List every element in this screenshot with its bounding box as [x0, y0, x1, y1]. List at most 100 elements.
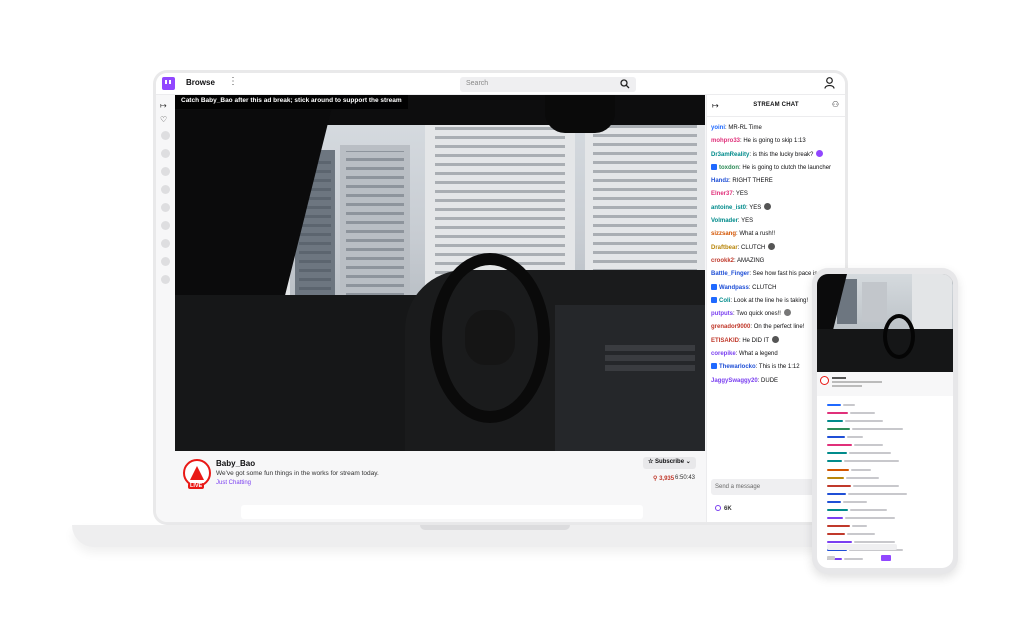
- more-menu-icon[interactable]: ⋮: [228, 76, 238, 87]
- chat-text: : DUDE: [757, 377, 779, 384]
- chat-username[interactable]: Draftbear: [711, 245, 738, 251]
- channel-logo-icon: [190, 466, 204, 480]
- chat-username[interactable]: toxdon: [719, 165, 739, 171]
- channel-avatar[interactable]: [161, 221, 170, 230]
- chat-text: : CLUTCH: [748, 284, 777, 291]
- phone-chat-line: [827, 434, 943, 440]
- channel-avatar[interactable]: [161, 149, 170, 158]
- building: [912, 274, 952, 329]
- channel-avatar[interactable]: [161, 239, 170, 248]
- chat-username[interactable]: Volmader: [711, 218, 738, 224]
- chat-text: : What a rush!!: [736, 231, 776, 238]
- browse-link[interactable]: Browse: [186, 78, 215, 87]
- phone-chat-line: [827, 410, 943, 416]
- phone-points-icon[interactable]: [827, 556, 835, 560]
- chat-username[interactable]: sizzsang: [711, 231, 736, 237]
- channel-avatar[interactable]: [161, 257, 170, 266]
- channel-name[interactable]: Baby_Bao: [216, 459, 255, 468]
- phone-chat-username: [827, 444, 852, 447]
- emote-icon[interactable]: [783, 309, 791, 317]
- expand-icon[interactable]: ↦: [160, 101, 167, 111]
- community-icon[interactable]: ⚇: [832, 100, 839, 109]
- chat-username[interactable]: yoini: [711, 125, 725, 131]
- chat-message: sizzsang: What a rush!!: [711, 228, 843, 241]
- phone-frame: [812, 268, 958, 574]
- text-line: [832, 377, 846, 379]
- phone-chat-text: [845, 419, 883, 422]
- video-player[interactable]: Catch Baby_Bao after this ad break; stic…: [175, 95, 705, 451]
- phone-chat-text: [852, 428, 903, 431]
- chat-username[interactable]: Dr3amReality: [711, 152, 749, 158]
- phone-chat-text: [850, 508, 887, 511]
- phone-chat-line: [827, 515, 943, 521]
- laptop-notch: [420, 525, 570, 530]
- emote-icon[interactable]: [772, 335, 780, 343]
- subscriber-badge-icon[interactable]: [711, 163, 717, 170]
- twitch-logo-icon[interactable]: [162, 77, 175, 90]
- chat-username[interactable]: JaggySwaggy20: [711, 378, 758, 384]
- chat-username[interactable]: corepike: [711, 351, 736, 357]
- chat-username[interactable]: grenador9000: [711, 324, 750, 330]
- marketing-composition: Browse ⋮ Search ↦ ♡ Catch Baby_Bao after…: [0, 0, 1024, 632]
- phone-display: [817, 274, 953, 568]
- phone-chat-input[interactable]: [827, 544, 897, 550]
- subscriber-badge-icon[interactable]: [711, 283, 717, 290]
- stream-category-link[interactable]: Just Chatting: [216, 480, 251, 486]
- emote-icon[interactable]: [764, 202, 772, 210]
- emote-icon[interactable]: [768, 242, 776, 250]
- chat-text: : On the perfect line!: [750, 324, 805, 331]
- chat-username[interactable]: Handz: [711, 178, 729, 184]
- chat-username[interactable]: mohpro33: [711, 138, 740, 144]
- chat-text: : Look at the line he is taking!: [730, 297, 809, 304]
- laptop-display: Browse ⋮ Search ↦ ♡ Catch Baby_Bao after…: [156, 73, 845, 522]
- phone-chat-text: [851, 468, 871, 471]
- subscribe-button[interactable]: ☆ Subscribe ⌄: [643, 457, 696, 469]
- phone-chat-send-button[interactable]: [881, 555, 891, 561]
- phone-chat-text: [849, 452, 891, 455]
- channel-avatar[interactable]: [161, 167, 170, 176]
- emote-icon[interactable]: [816, 149, 824, 157]
- channel-avatar[interactable]: [161, 131, 170, 140]
- chat-username[interactable]: Elner37: [711, 191, 733, 197]
- search-input[interactable]: Search: [460, 77, 636, 92]
- phone-chat-text: [846, 476, 879, 479]
- chat-input-placeholder: Send a message: [715, 484, 761, 490]
- channel-points[interactable]: 6K: [715, 505, 732, 512]
- phone-chat-line: [827, 402, 943, 408]
- chat-username[interactable]: Coli: [719, 298, 730, 304]
- search-placeholder: Search: [466, 80, 489, 87]
- phone-channel-avatar[interactable]: [820, 376, 829, 385]
- channel-avatar[interactable]: [161, 275, 170, 284]
- car-console: [555, 305, 705, 451]
- heart-icon[interactable]: ♡: [160, 115, 167, 125]
- chat-username[interactable]: crookk2: [711, 258, 734, 264]
- subscriber-badge-icon[interactable]: [711, 296, 717, 303]
- chat-username[interactable]: Battle_Finger: [711, 271, 749, 277]
- info-panel-bar: [241, 505, 643, 519]
- chevron-down-icon: ⌄: [684, 459, 691, 465]
- chat-username[interactable]: antoine_ist0: [711, 205, 746, 211]
- channel-avatar[interactable]: [161, 203, 170, 212]
- chat-username[interactable]: ETISAKID: [711, 338, 739, 344]
- chat-username[interactable]: Thewarlocko: [719, 364, 756, 370]
- phone-chat-line: [827, 499, 943, 505]
- user-icon[interactable]: [824, 77, 835, 89]
- phone-chat-text: [843, 500, 867, 503]
- chat-text: : YES: [737, 218, 754, 225]
- search-icon[interactable]: [620, 79, 630, 89]
- subscriber-badge-icon[interactable]: [711, 363, 717, 370]
- text-line: [832, 385, 862, 387]
- phone-chat-line: [827, 451, 943, 457]
- phone-channel-info: [817, 372, 953, 396]
- phone-chat-text: [848, 492, 907, 495]
- chat-text: : YES: [746, 204, 762, 211]
- phone-video-player[interactable]: [817, 274, 953, 372]
- phone-chat-text: [852, 525, 867, 528]
- chat-username[interactable]: putputs: [711, 311, 733, 317]
- chat-username[interactable]: Wandpass: [719, 285, 749, 291]
- phone-chat-line: [827, 483, 943, 489]
- phone-chat-username: [827, 508, 848, 511]
- chat-text: : What a legend: [735, 351, 778, 358]
- phone-chat-username: [827, 492, 846, 495]
- channel-avatar[interactable]: [161, 185, 170, 194]
